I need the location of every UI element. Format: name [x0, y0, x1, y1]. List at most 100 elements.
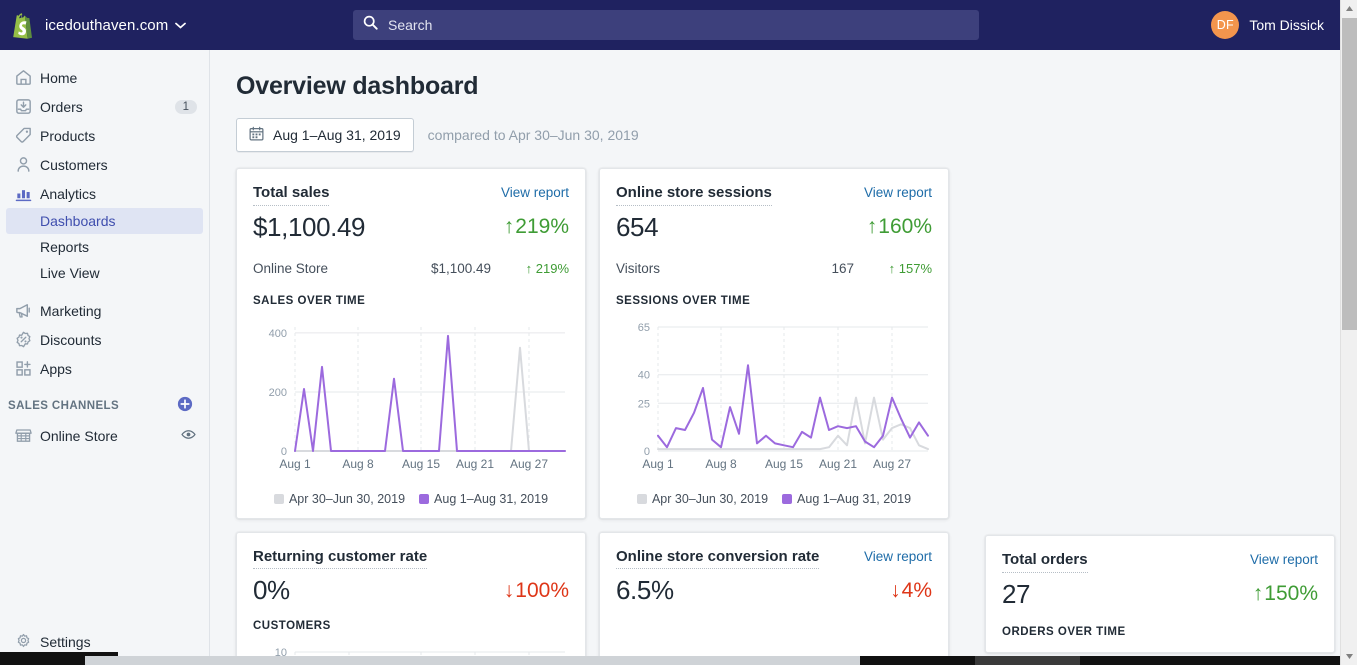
legend-label: Aug 1–Aug 31, 2019	[434, 491, 549, 506]
sidebar-subitem-label: Reports	[40, 239, 90, 255]
page-header: Overview dashboard Aug 1–Aug 31, 2019 co…	[211, 50, 1340, 152]
tag-icon	[14, 126, 40, 145]
dashboard-card-grid: Total sales View report $1,100.49 ↑ 219%…	[211, 152, 1335, 665]
svg-text:Aug 21: Aug 21	[456, 457, 494, 471]
shopify-admin-dashboard: icedouthaven.com Search DF Tom Dissick H…	[0, 0, 1357, 665]
breakdown-row: Online Store $1,100.49 ↑ 219%	[253, 261, 569, 276]
storefront-icon	[14, 426, 40, 445]
svg-text:Aug 8: Aug 8	[342, 457, 374, 471]
sidebar-item-label: Home	[40, 69, 78, 86]
sales-channels-header: SALES CHANNELS	[0, 391, 209, 421]
view-report-link[interactable]: View report	[501, 185, 569, 200]
chart-sessions-over-time[interactable]: 0 25 40 65 Aug 1 Aug 8 Aug 15 Aug 21 Aug 27	[616, 317, 932, 482]
scroll-down-arrow-icon[interactable]	[1341, 648, 1357, 665]
metric-row: $1,100.49 ↑ 219%	[253, 212, 569, 243]
svg-text:Aug 15: Aug 15	[402, 457, 440, 471]
vertical-scrollbar[interactable]	[1340, 0, 1357, 665]
card-online-store-sessions: Online store sessions View report 654 ↑ …	[599, 168, 949, 519]
sidebar-subitem-live-view[interactable]: Live View	[6, 260, 203, 286]
card-title: Online store sessions	[616, 184, 772, 206]
sidebar-item-label: Analytics	[40, 185, 97, 202]
plus-circle-icon[interactable]	[177, 396, 193, 417]
svg-text:Aug 27: Aug 27	[873, 457, 911, 471]
chart-label: SALES OVER TIME	[253, 294, 366, 307]
metric-delta: ↓ 100%	[504, 579, 569, 603]
date-range-button[interactable]: Aug 1–Aug 31, 2019	[236, 118, 414, 152]
chart-sales-over-time[interactable]: 0 200 400 Aug 1 Aug 8 Aug 15 Aug 21 Aug 27	[253, 317, 569, 482]
shopify-bag-icon	[9, 12, 35, 39]
svg-text:Aug 15: Aug 15	[765, 457, 803, 471]
card-title: Total orders	[1002, 551, 1088, 573]
metric-row: 27 ↑ 150%	[1002, 579, 1318, 610]
sidebar-item-label: Discounts	[40, 331, 102, 348]
sidebar-item-discounts[interactable]: Discounts	[6, 325, 203, 354]
sidebar: Home Orders 1 Products Customers Analyti…	[0, 50, 210, 665]
user-menu[interactable]: DF Tom Dissick	[1211, 11, 1340, 39]
sidebar-item-products[interactable]: Products	[6, 121, 203, 150]
legend-entry: Apr 30–Jun 30, 2019	[636, 491, 769, 506]
top-bar: icedouthaven.com Search DF Tom Dissick	[0, 0, 1340, 50]
legend-swatch-comparison	[273, 493, 284, 504]
avatar: DF	[1211, 11, 1240, 39]
card-total-orders: Total orders View report 27 ↑ 150% ORDER…	[985, 535, 1335, 653]
sidebar-item-marketing[interactable]: Marketing	[6, 296, 203, 325]
metric-delta-value: 160%	[878, 215, 932, 238]
sidebar-subitem-reports[interactable]: Reports	[6, 234, 203, 260]
main-content: Overview dashboard Aug 1–Aug 31, 2019 co…	[211, 50, 1340, 665]
view-report-link[interactable]: View report	[864, 185, 932, 200]
arrow-up-icon: ↑	[866, 215, 878, 238]
metric-value: 0%	[253, 575, 290, 605]
sidebar-item-label: Online Store	[40, 427, 118, 444]
sidebar-item-label: Marketing	[40, 302, 102, 319]
breakdown-value: $1,100.49	[430, 260, 491, 276]
metric-delta: ↑ 219%	[504, 215, 569, 239]
search-input[interactable]: Search	[353, 10, 979, 40]
vertical-scrollbar-thumb[interactable]	[1342, 18, 1357, 330]
card-header: Online store conversion rate View report	[616, 548, 932, 569]
view-report-link[interactable]: View report	[864, 549, 932, 564]
legend-entry: Aug 1–Aug 31, 2019	[419, 492, 548, 506]
chevron-down-icon	[175, 16, 187, 34]
legend-label: Aug 1–Aug 31, 2019	[797, 491, 912, 506]
arrow-up-icon: ↑	[1252, 582, 1264, 605]
breakdown-delta-value: 219%	[535, 260, 569, 276]
chart-label: ORDERS OVER TIME	[1002, 625, 1126, 638]
horizontal-scrollbar-thumb-secondary[interactable]	[975, 656, 1080, 665]
metric-value: 27	[1002, 578, 1031, 609]
sidebar-item-analytics[interactable]: Analytics	[6, 179, 203, 208]
card-title: Returning customer rate	[253, 548, 428, 569]
sidebar-item-apps[interactable]: Apps	[6, 354, 203, 383]
sidebar-item-home[interactable]: Home	[6, 63, 203, 92]
svg-text:40: 40	[638, 369, 650, 381]
metric-delta-value: 4%	[901, 578, 932, 602]
sidebar-subitem-dashboards[interactable]: Dashboards	[6, 208, 203, 234]
store-name: icedouthaven.com	[45, 16, 169, 34]
legend-entry: Aug 1–Aug 31, 2019	[782, 492, 911, 506]
metric-row: 654 ↑ 160%	[616, 212, 932, 243]
card-header: Total orders View report	[1002, 551, 1318, 573]
megaphone-icon	[14, 301, 40, 320]
sidebar-item-customers[interactable]: Customers	[6, 150, 203, 179]
metric-row: 0% ↓ 100%	[253, 575, 569, 606]
card-total-sales: Total sales View report $1,100.49 ↑ 219%…	[236, 168, 586, 519]
store-switcher[interactable]: icedouthaven.com	[0, 12, 210, 39]
arrow-up-icon: ↑	[503, 215, 515, 238]
sidebar-item-label: Customers	[40, 156, 108, 173]
sidebar-item-orders[interactable]: Orders 1	[6, 92, 203, 121]
svg-text:Aug 21: Aug 21	[819, 457, 857, 471]
svg-text:Aug 27: Aug 27	[510, 457, 548, 471]
breakdown-name: Visitors	[616, 260, 661, 276]
sidebar-item-label: Apps	[40, 360, 72, 377]
sidebar-item-online-store[interactable]: Online Store	[6, 421, 203, 450]
legend-label: Apr 30–Jun 30, 2019	[651, 491, 769, 506]
eye-icon[interactable]	[180, 426, 197, 446]
metric-value: 6.5%	[616, 575, 674, 605]
svg-text:Aug 1: Aug 1	[642, 457, 674, 471]
view-report-link[interactable]: View report	[1250, 552, 1318, 567]
arrow-up-icon: ↑	[888, 260, 896, 276]
sidebar-divider-gap	[0, 286, 209, 296]
horizontal-scrollbar-thumb[interactable]	[85, 656, 860, 665]
horizontal-scrollbar[interactable]	[0, 656, 1340, 665]
legend-swatch-comparison	[636, 493, 647, 504]
scroll-up-arrow-icon[interactable]	[1341, 0, 1357, 17]
